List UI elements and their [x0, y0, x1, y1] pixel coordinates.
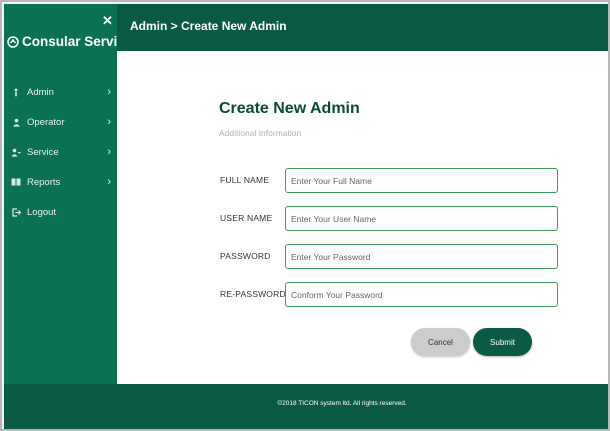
password-row: PASSWORD — [220, 244, 560, 269]
full-name-row: FULL NAME — [220, 168, 560, 193]
breadcrumb: Admin > Create New Admin — [130, 19, 287, 33]
reports-icon — [11, 177, 21, 187]
page-subtitle: Additional Information — [219, 128, 302, 138]
user-name-row: USER NAME — [220, 206, 560, 231]
cancel-button[interactable]: Cancel — [411, 328, 470, 356]
sidebar-item-label: Operator — [27, 116, 65, 128]
chevron-right-icon: › — [107, 146, 111, 158]
top-header: Admin > Create New Admin — [117, 4, 608, 51]
chevron-right-icon: › — [107, 176, 111, 188]
person-icon — [11, 87, 21, 97]
chevron-right-icon: › — [107, 116, 111, 128]
user-name-input[interactable] — [285, 206, 558, 231]
re-password-input[interactable] — [285, 282, 558, 307]
sidebar-item-operator[interactable]: Operator › — [4, 107, 117, 137]
logo-icon — [7, 35, 19, 48]
sidebar-item-logout[interactable]: Logout — [4, 197, 117, 227]
user-name-label: USER NAME — [220, 213, 273, 223]
sidebar-item-label: Logout — [27, 206, 57, 218]
sidebar-item-reports[interactable]: Reports › — [4, 167, 117, 197]
page-title: Create New Admin — [219, 100, 360, 117]
footer: ©2018 TICON system ltd. All rights reser… — [4, 384, 608, 429]
re-password-row: RE-PASSWORD — [220, 282, 560, 307]
user-icon — [11, 117, 21, 127]
logout-icon — [11, 207, 21, 217]
main-content: Create New Admin Additional Information … — [117, 51, 608, 384]
chevron-right-icon: › — [107, 86, 111, 98]
brand-name: Consular Service — [22, 34, 133, 49]
re-password-label: RE-PASSWORD — [220, 289, 286, 299]
password-input[interactable] — [285, 244, 558, 269]
sidebar-item-label: Service — [27, 146, 59, 158]
brand-logo: Consular Service — [7, 34, 132, 49]
sidebar-item-label: Admin — [27, 86, 54, 98]
app-window: ✕ Consular Service Admin › Operator › Se… — [0, 0, 610, 431]
sidebar-item-admin[interactable]: Admin › — [4, 77, 117, 107]
copyright-text: ©2018 TICON system ltd. All rights reser… — [277, 400, 407, 407]
sidebar-item-label: Reports — [27, 176, 61, 188]
sidebar-nav: Admin › Operator › Service › Reports › L… — [4, 77, 117, 227]
password-label: PASSWORD — [220, 251, 271, 261]
service-icon — [11, 147, 21, 157]
full-name-input[interactable] — [285, 168, 558, 193]
sidebar-item-service[interactable]: Service › — [4, 137, 117, 167]
sidebar: ✕ Consular Service Admin › Operator › Se… — [4, 4, 132, 384]
close-icon[interactable]: ✕ — [102, 14, 113, 27]
submit-button[interactable]: Submit — [473, 328, 532, 356]
full-name-label: FULL NAME — [220, 175, 270, 185]
